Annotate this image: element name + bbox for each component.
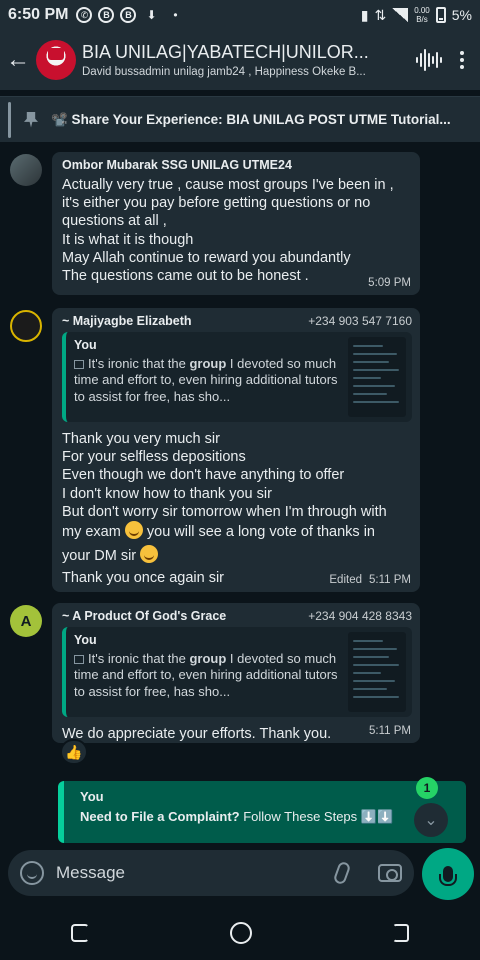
network-speed-value: 0.00 [414, 6, 430, 15]
message-bubble[interactable]: ~ Majiyagbe Elizabeth +234 903 547 7160 … [52, 308, 420, 592]
message-time: 5:11 PM [369, 574, 411, 586]
more-options-icon[interactable] [460, 51, 464, 69]
back-nav-icon[interactable] [393, 924, 410, 942]
message-composer [8, 850, 414, 896]
signal-icon [392, 8, 409, 22]
mic-icon [439, 866, 457, 886]
reply-preview[interactable]: You Need to File a Complaint? Follow The… [58, 777, 466, 843]
sender-name[interactable]: ~ Majiyagbe Elizabeth [62, 314, 192, 328]
network-speed-unit: B/s [416, 15, 428, 24]
vibrate-icon: ▮ [360, 6, 369, 23]
message-text-cont: you will see a long vote of thanks in [142, 524, 375, 541]
quote-thumbnail [348, 632, 406, 712]
group-members: David bussadmin unilag jamb24 , Happines… [82, 66, 366, 78]
laughing-emoji-icon [140, 545, 159, 564]
chat-title-area[interactable]: BIA UNILAG|YABATECH|UNILOR... David buss… [82, 42, 402, 78]
voice-chat-icon[interactable] [416, 49, 442, 71]
quoted-message[interactable]: You It's ironic that the group I devoted… [62, 627, 412, 717]
message-time: 5:11 PM [369, 725, 411, 737]
whatsapp-notification-icon: ✆ [76, 7, 93, 23]
image-icon [74, 359, 84, 369]
dot-icon: • [173, 8, 178, 22]
smiling-emoji-icon [124, 521, 143, 540]
pin-icon [11, 111, 51, 128]
message-input[interactable] [56, 863, 336, 883]
message-text-cont-2: your DM sir [62, 548, 137, 565]
status-bar: 6:50 PM ✆ B B ⬇ • ▮ ⇅ 0.00 B/s 5% [0, 0, 480, 30]
chat-header: ← BIA UNILAG|YABATECH|UNILOR... David bu… [0, 30, 480, 90]
battery-icon [435, 7, 446, 23]
download-icon: ⬇ [146, 8, 157, 22]
quoted-message[interactable]: You It's ironic that the group I devoted… [62, 332, 412, 422]
group-title: BIA UNILAG|YABATECH|UNILOR... [82, 42, 369, 62]
sender-name[interactable]: Ombor Mubarak SSG UNILAG UTME24 [62, 158, 292, 172]
quote-author: You [74, 338, 97, 352]
reply-author: You [80, 789, 104, 804]
quote-text-bold: group [189, 355, 227, 371]
sender-avatar[interactable] [10, 310, 42, 342]
system-nav-bar [0, 906, 480, 960]
b-app-notification-icon: B [98, 7, 115, 23]
quote-thumbnail [348, 337, 406, 417]
scroll-down-icon[interactable]: ⌄ [414, 803, 448, 837]
pinned-message-text: 📽️ Share Your Experience: BIA UNILAG POS… [51, 111, 451, 127]
message-bubble[interactable]: ~ A Product Of God's Grace +234 904 428 … [52, 603, 420, 743]
chat-messages[interactable]: Ombor Mubarak SSG UNILAG UTME24 Actually… [0, 142, 480, 850]
reply-text: Follow These Steps ⬇️⬇️ [239, 809, 394, 824]
pinned-message-bar[interactable]: 📽️ Share Your Experience: BIA UNILAG POS… [0, 96, 480, 142]
sender-avatar[interactable]: A [10, 605, 42, 637]
quote-text-bold: group [189, 650, 227, 666]
thumbs-up-reaction[interactable]: 👍 [60, 739, 88, 765]
back-arrow-icon[interactable]: ← [4, 46, 32, 74]
data-arrows-icon: ⇅ [374, 6, 387, 23]
camera-icon[interactable] [378, 864, 402, 882]
quote-text-start: It's ironic that the [88, 355, 190, 371]
home-icon[interactable] [229, 922, 252, 944]
sender-phone[interactable]: +234 903 547 7160 [308, 314, 412, 328]
sender-avatar[interactable] [10, 154, 42, 186]
message-time: 5:09 PM [368, 277, 411, 289]
group-avatar[interactable] [36, 40, 76, 80]
edited-label: Edited [329, 574, 362, 586]
message-text: Actually very true , cause most groups I… [62, 177, 394, 285]
sender-phone[interactable]: +234 904 428 8343 [308, 609, 412, 623]
sender-name[interactable]: ~ A Product Of God's Grace [62, 609, 226, 623]
voice-record-button[interactable] [422, 848, 474, 900]
emoji-icon[interactable] [20, 861, 44, 885]
message-bubble[interactable]: Ombor Mubarak SSG UNILAG UTME24 Actually… [52, 152, 420, 295]
message-text: We do appreciate your efforts. Thank you… [62, 726, 332, 742]
status-time: 6:50 PM [8, 6, 69, 23]
network-speed: 0.00 B/s [414, 6, 430, 24]
b-app-notification-icon-2: B [120, 7, 137, 23]
quote-text-start: It's ironic that the [88, 650, 190, 666]
image-icon [74, 654, 84, 664]
reply-text-bold: Need to File a Complaint? [80, 809, 240, 824]
recents-icon[interactable] [70, 924, 89, 942]
quote-author: You [74, 633, 97, 647]
unread-count-badge: 1 [416, 777, 438, 799]
battery-level: 5% [451, 7, 472, 23]
